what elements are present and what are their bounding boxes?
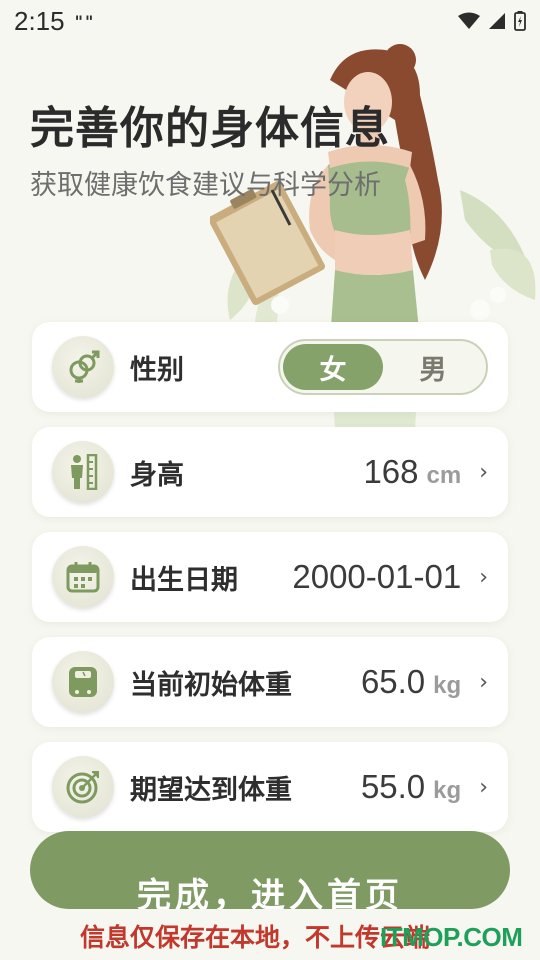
chevron-right-icon: › — [479, 774, 488, 800]
target-weight-value-group: 55.0 kg — [361, 768, 461, 806]
status-bar: 2:15 "" — [0, 0, 540, 42]
complete-button[interactable]: 完成，进入首页 — [30, 831, 510, 909]
gender-toggle[interactable]: 女 男 — [278, 339, 488, 395]
height-label: 身高 — [130, 459, 184, 491]
wifi-icon — [458, 12, 480, 29]
chevron-right-icon: › — [479, 564, 488, 590]
birthday-row[interactable]: 出生日期 2000-01-01 › — [32, 532, 508, 622]
complete-button-label: 完成，进入首页 — [137, 876, 403, 909]
target-icon — [52, 756, 114, 818]
height-value: 168 — [363, 453, 419, 490]
privacy-note: 信息仅保存在本地，不上传云端 — [80, 923, 431, 952]
gender-option-male[interactable]: 男 — [383, 344, 483, 390]
status-icons — [458, 11, 526, 31]
signal-icon — [489, 13, 505, 29]
scale-icon — [52, 651, 114, 713]
current-weight-label: 当前初始体重 — [130, 669, 292, 701]
calendar-icon — [52, 546, 114, 608]
birthday-label: 出生日期 — [130, 564, 238, 596]
height-row[interactable]: 身高 168 cm › — [32, 427, 508, 517]
battery-icon — [514, 11, 526, 31]
target-weight-label: 期望达到体重 — [130, 774, 292, 806]
page-subtitle: 获取健康饮食建议与科学分析 — [30, 170, 381, 201]
height-ruler-icon — [52, 441, 114, 503]
gender-option-female[interactable]: 女 — [283, 344, 383, 390]
status-time: 2:15 — [14, 5, 65, 36]
current-weight-unit: kg — [433, 672, 462, 699]
gender-card: 性别 女 男 — [32, 322, 508, 412]
current-weight-row[interactable]: 当前初始体重 65.0 kg › — [32, 637, 508, 727]
chevron-right-icon: › — [479, 669, 488, 695]
notification-icon: "" — [74, 11, 96, 31]
watermark: ITMOP.COM — [380, 922, 523, 952]
target-weight-row[interactable]: 期望达到体重 55.0 kg › — [32, 742, 508, 832]
target-weight-value: 55.0 — [360, 768, 426, 805]
height-value-group: 168 cm — [363, 453, 461, 491]
chevron-right-icon: › — [479, 459, 488, 485]
birthday-value: 2000-01-01 — [292, 558, 462, 595]
target-weight-unit: kg — [433, 777, 462, 804]
current-weight-value: 65.0 — [360, 663, 426, 700]
gender-label: 性别 — [130, 354, 184, 386]
height-unit: cm — [426, 462, 462, 489]
gender-icon — [52, 336, 114, 398]
current-weight-value-group: 65.0 kg — [361, 663, 461, 701]
page-title: 完善你的身体信息 — [30, 103, 390, 154]
birthday-value-group: 2000-01-01 — [292, 558, 461, 596]
